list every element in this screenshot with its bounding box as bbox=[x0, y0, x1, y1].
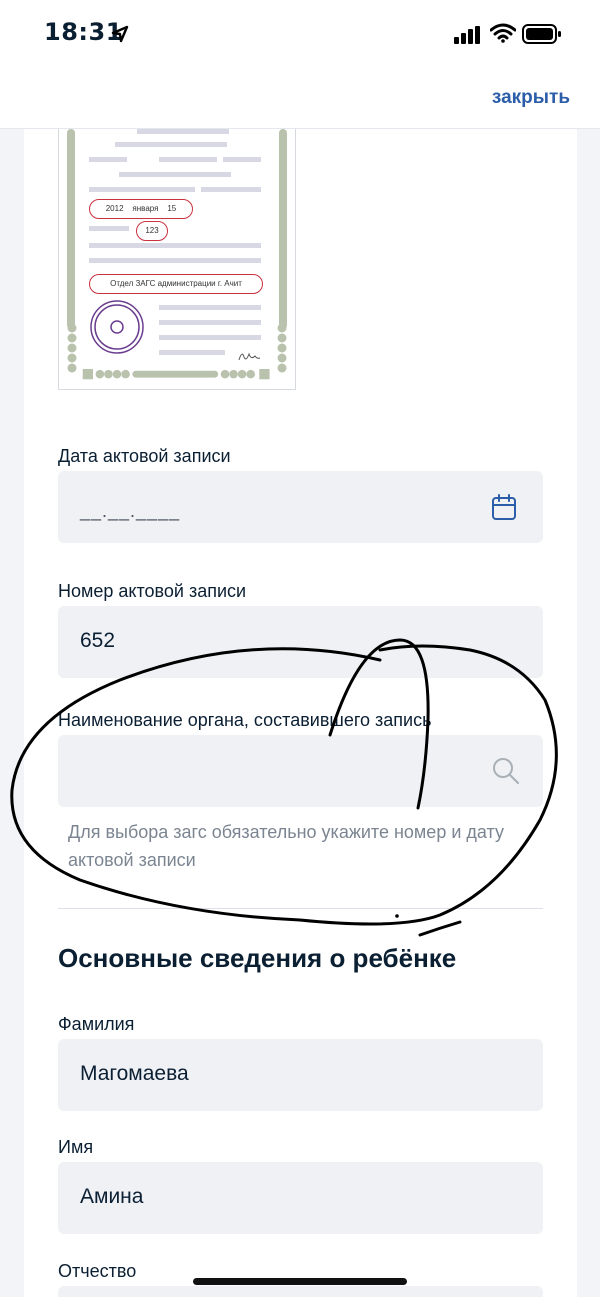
name-value: Амина bbox=[80, 1185, 144, 1208]
signature-icon bbox=[238, 352, 261, 361]
certificate-date-year: 15 bbox=[167, 204, 177, 213]
authority-search-field[interactable] bbox=[58, 735, 543, 807]
record-date-placeholder: __.__.____ bbox=[80, 501, 181, 521]
certificate-line bbox=[89, 157, 127, 162]
certificate-line bbox=[201, 187, 261, 192]
record-number-field[interactable]: 652 bbox=[58, 606, 543, 678]
wifi-icon bbox=[490, 23, 516, 43]
cellular-signal-icon bbox=[454, 26, 480, 44]
surname-label: Фамилия bbox=[58, 1014, 135, 1034]
certificate-line bbox=[159, 320, 261, 325]
record-date-field[interactable]: __.__.____ bbox=[58, 471, 543, 543]
certificate-date-month: января bbox=[132, 204, 159, 213]
battery-icon bbox=[522, 24, 561, 44]
certificate-line bbox=[159, 350, 225, 355]
certificate-date-pill: 2012 января 15 bbox=[89, 199, 193, 219]
certificate-date-day: 2012 bbox=[105, 204, 124, 213]
status-bar: 18:31 bbox=[0, 0, 600, 68]
certificate-illustration: 2012 января 15 123 Отдел ЗАГС администра… bbox=[58, 129, 296, 390]
certificate-line bbox=[115, 142, 227, 147]
patronymic-label: Отчество bbox=[58, 1261, 137, 1281]
certificate-line bbox=[119, 172, 231, 177]
calendar-icon[interactable] bbox=[491, 493, 517, 521]
certificate-line bbox=[89, 258, 261, 263]
seal-icon bbox=[90, 300, 144, 354]
location-arrow-icon bbox=[111, 25, 129, 43]
certificate-line bbox=[159, 305, 261, 310]
certificate-ornament bbox=[82, 369, 270, 380]
certificate-line bbox=[137, 129, 229, 134]
certificate-number-pill: 123 bbox=[136, 221, 168, 241]
record-date-label: Дата актовой записи bbox=[58, 446, 231, 466]
surname-value: Магомаева bbox=[80, 1062, 189, 1085]
close-button[interactable]: закрыть bbox=[492, 87, 570, 109]
name-field[interactable]: Амина bbox=[58, 1162, 543, 1234]
patronymic-field[interactable] bbox=[58, 1286, 543, 1297]
certificate-line bbox=[89, 187, 195, 192]
certificate-frame-dots-left bbox=[67, 323, 77, 373]
certificate-frame-right bbox=[279, 129, 287, 329]
certificate-line bbox=[159, 335, 261, 340]
nav-bar: закрыть bbox=[0, 68, 600, 129]
child-section-title: Основные сведения о ребёнке bbox=[58, 943, 457, 973]
certificate-line bbox=[223, 157, 261, 162]
surname-field[interactable]: Магомаева bbox=[58, 1039, 543, 1111]
authority-hint: Для выбора загс обязательно укажите номе… bbox=[68, 822, 504, 870]
section-divider bbox=[58, 908, 543, 909]
form-card: 2012 января 15 123 Отдел ЗАГС администра… bbox=[24, 129, 577, 1297]
record-number-value: 652 bbox=[80, 629, 116, 652]
certificate-line bbox=[89, 226, 129, 231]
search-icon[interactable] bbox=[491, 756, 521, 786]
home-indicator bbox=[193, 1278, 407, 1285]
certificate-office-pill: Отдел ЗАГС администрации г. Ачит bbox=[89, 274, 263, 294]
certificate-frame-left bbox=[67, 129, 75, 329]
authority-label: Наименование органа, составившего запись bbox=[58, 710, 432, 730]
certificate-frame-dots-right bbox=[277, 323, 287, 373]
record-number-label: Номер актовой записи bbox=[58, 581, 247, 601]
name-label: Имя bbox=[58, 1137, 94, 1157]
certificate-line bbox=[159, 157, 217, 162]
certificate-line bbox=[89, 243, 261, 248]
